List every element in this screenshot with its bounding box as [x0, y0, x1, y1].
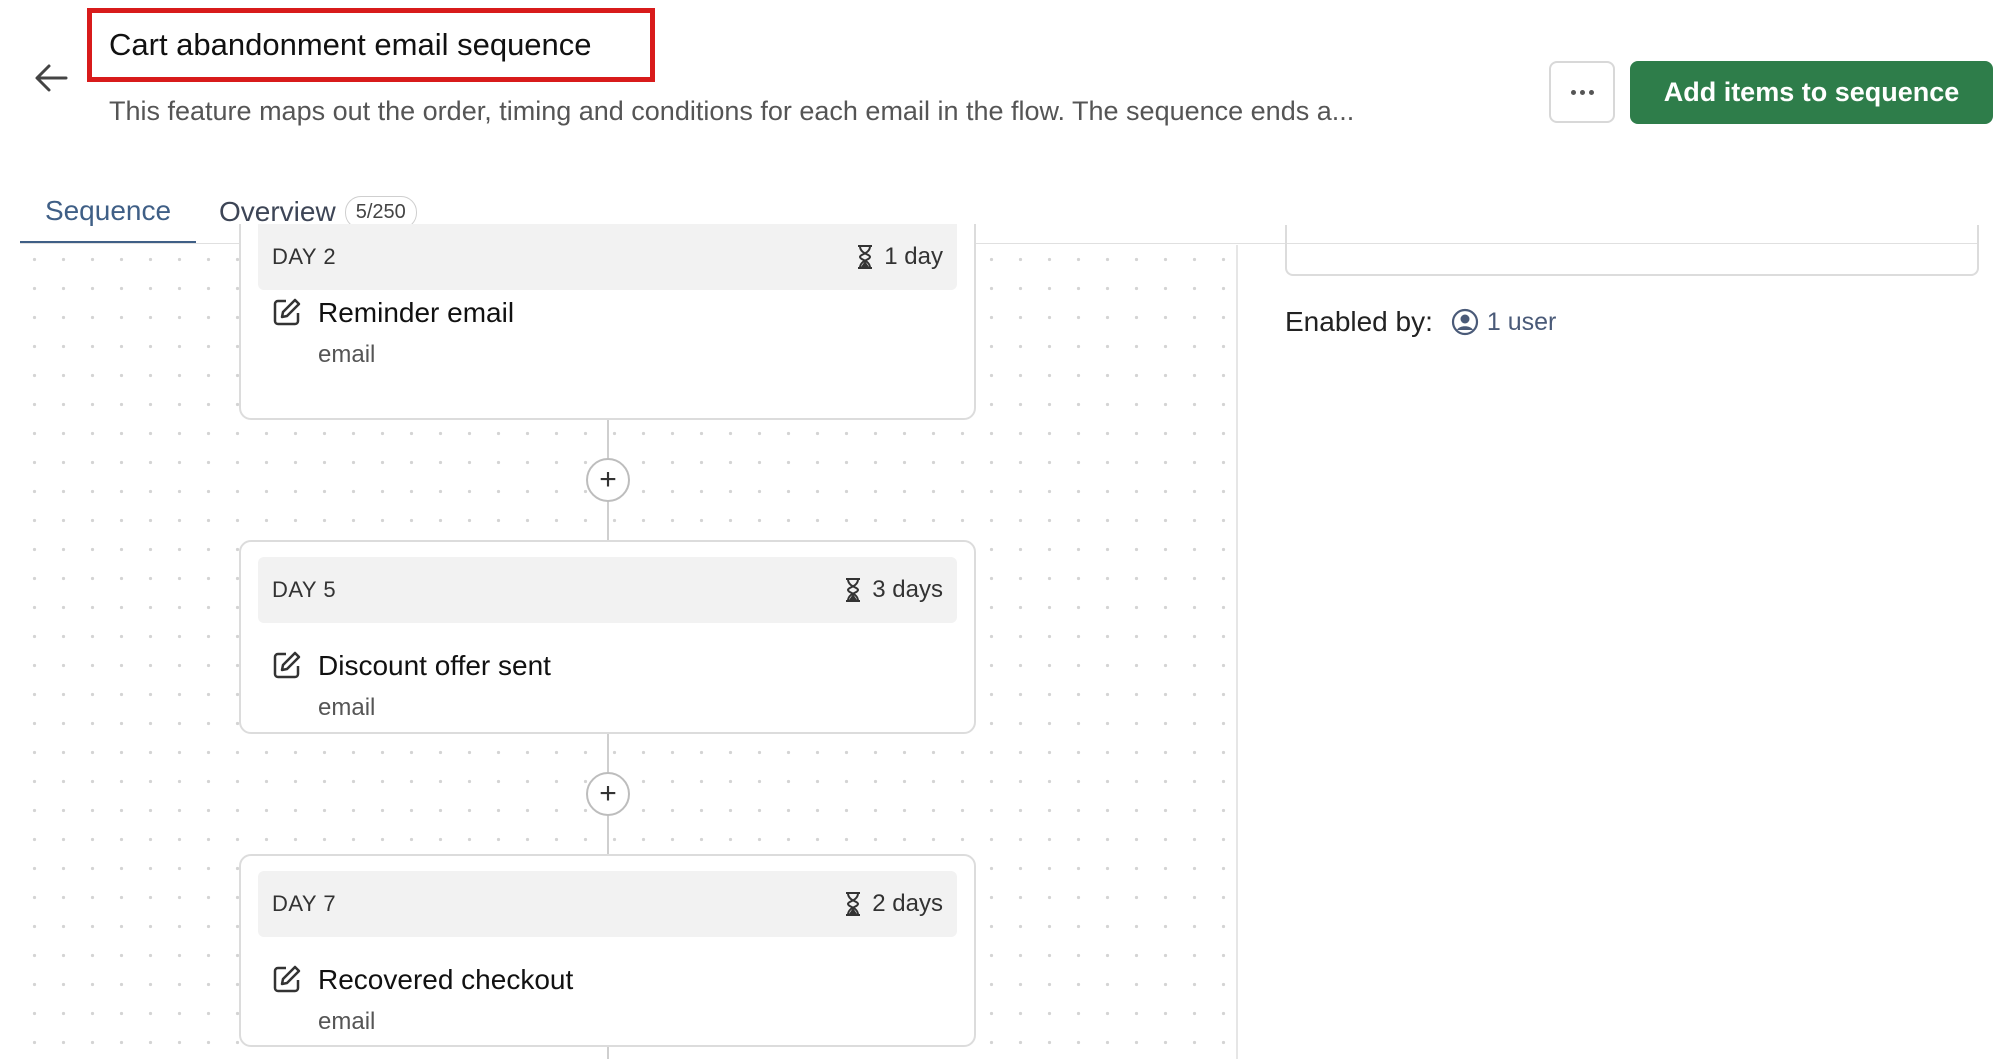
step-type: email: [318, 694, 376, 721]
edit-icon: [273, 651, 301, 679]
step-type: email: [318, 1008, 376, 1035]
page-title: Cart abandonment email sequence: [109, 27, 592, 62]
step-day-label: DAY 5: [272, 577, 337, 602]
ellipsis-icon: [1570, 89, 1576, 95]
arrow-left-icon: [35, 64, 68, 92]
enabled-users-value: 1 user: [1486, 307, 1557, 336]
step-wait-label: 2 days: [872, 890, 943, 917]
step-name: Discount offer sent: [318, 650, 551, 681]
step-wait: 2 days: [844, 890, 943, 918]
step-header: DAY 5 3 days: [258, 557, 957, 623]
title-highlight: Cart abandonment email sequence: [87, 8, 655, 82]
step-day-label: DAY 7: [272, 891, 337, 916]
page-description: This feature maps out the order, timing …: [109, 96, 1355, 126]
more-options-button[interactable]: [1549, 61, 1615, 123]
hourglass-icon: [858, 245, 873, 269]
add-items-button[interactable]: Add items to sequence: [1630, 61, 1993, 124]
enabled-by-row: Enabled by: 1 user: [1285, 306, 1556, 338]
step-wait-label: 3 days: [872, 576, 943, 603]
enabled-by-label: Enabled by:: [1285, 306, 1433, 337]
hourglass-icon: [846, 892, 861, 916]
panel-divider: [1236, 245, 1238, 1059]
settings-box: [1285, 225, 1979, 276]
sequence-step-card[interactable]: DAY 5 3 days Discount offer sent email: [239, 540, 976, 734]
sequence-step-card[interactable]: DAY 2 1 day Reminder email email: [239, 224, 976, 420]
edit-icon: [273, 298, 301, 326]
back-button[interactable]: [28, 58, 74, 98]
step-body: Discount offer sent email: [272, 650, 551, 722]
connector-line: [607, 1047, 609, 1059]
hourglass-icon: [846, 578, 861, 602]
step-name: Reminder email: [318, 297, 515, 328]
add-step-button[interactable]: +: [586, 458, 630, 502]
step-wait-label: 1 day: [884, 243, 943, 270]
step-name: Recovered checkout: [318, 964, 574, 995]
step-day-label: DAY 2: [272, 244, 337, 269]
edit-icon: [273, 965, 301, 993]
step-body: Reminder email email: [272, 297, 514, 369]
step-body: Recovered checkout email: [272, 964, 573, 1036]
tab-sequence[interactable]: Sequence: [20, 180, 196, 244]
step-wait: 3 days: [844, 576, 943, 604]
user-circle-icon: [1451, 308, 1478, 336]
tab-sequence-label: Sequence: [44, 194, 172, 226]
step-type: email: [318, 341, 376, 368]
step-header: DAY 2 1 day: [258, 224, 957, 290]
add-step-button[interactable]: +: [586, 772, 630, 816]
enabled-users-link[interactable]: 1 user: [1451, 308, 1556, 337]
step-header: DAY 7 2 days: [258, 871, 957, 937]
step-wait: 1 day: [856, 243, 943, 271]
sequence-step-card[interactable]: DAY 7 2 days Recovered checkout email: [239, 854, 976, 1047]
